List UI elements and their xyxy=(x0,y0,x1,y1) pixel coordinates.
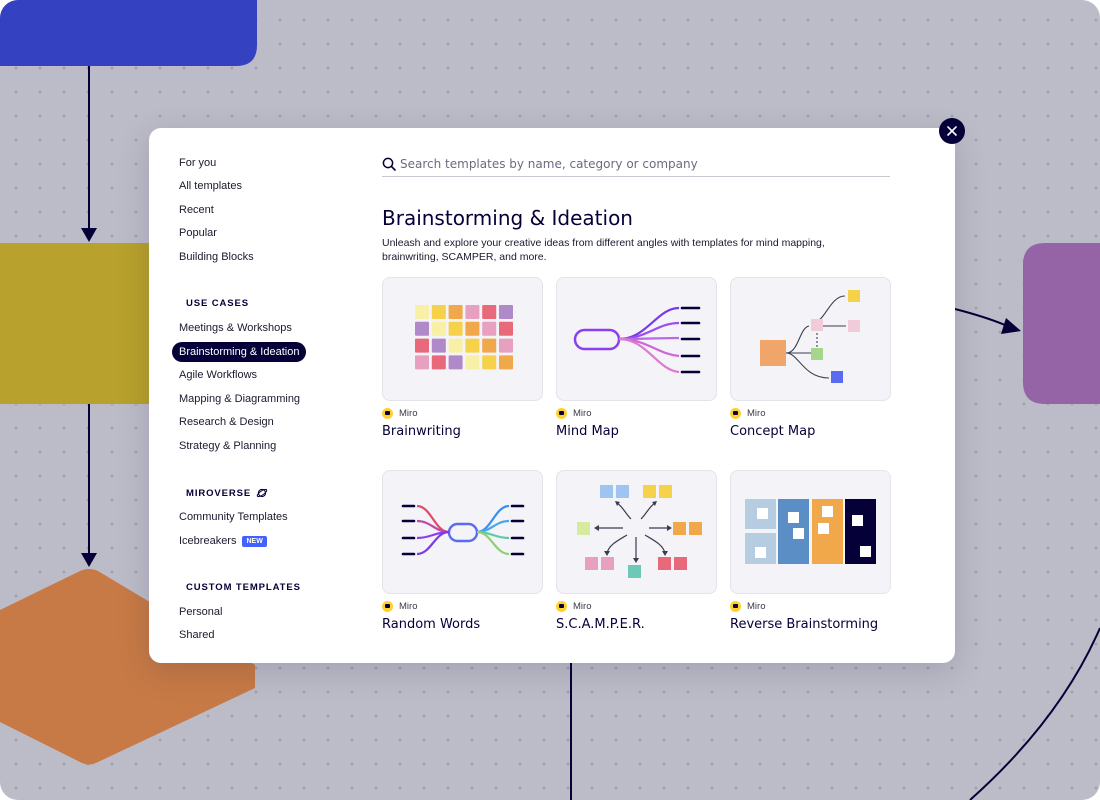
yellow-shape xyxy=(0,243,150,404)
concept-map-thumbnail xyxy=(760,290,860,383)
template-title-reverse-brainstorming[interactable]: Reverse Brainstorming xyxy=(730,617,878,632)
blue-shape xyxy=(0,0,257,66)
scamper-thumbnail xyxy=(577,485,702,578)
template-title-concept-map[interactable]: Concept Map xyxy=(730,424,815,439)
template-author-brainwriting: Miro xyxy=(382,406,417,420)
page-title: Brainstorming & Ideation xyxy=(382,206,633,230)
author-name: Miro xyxy=(573,600,592,612)
sidebar-item-mapping-diagramming[interactable]: Mapping & Diagramming xyxy=(172,389,307,409)
template-title-scamper[interactable]: S.C.A.M.P.E.R. xyxy=(556,617,645,632)
miro-logo-icon xyxy=(556,407,567,419)
sticky-note xyxy=(415,305,429,319)
sticky-note xyxy=(465,305,480,319)
sidebar-item-brainstorming-ideation[interactable]: Brainstorming & Ideation xyxy=(172,342,307,362)
miro-logo-icon xyxy=(556,600,567,612)
sticky-note xyxy=(448,355,463,370)
template-title-brainwriting[interactable]: Brainwriting xyxy=(382,424,461,439)
miroverse-heading: MIROVERSE xyxy=(186,487,268,499)
page-description: Unleash and explore your creative ideas … xyxy=(382,237,825,263)
new-badge: NEW xyxy=(242,535,267,547)
search-icon xyxy=(382,157,396,171)
template-title-mind-map[interactable]: Mind Map xyxy=(556,424,619,439)
sidebar-item-strategy-planning[interactable]: Strategy & Planning xyxy=(172,436,283,456)
miro-logo-icon xyxy=(382,600,393,612)
sticky-note xyxy=(465,355,480,370)
template-author-concept-map: Miro xyxy=(730,406,765,420)
sticky-note xyxy=(499,355,513,370)
template-author-reverse-brainstorming: Miro xyxy=(730,599,765,613)
template-author-scamper: Miro xyxy=(556,599,591,613)
template-card-random-words[interactable] xyxy=(382,470,543,594)
template-card-reverse-brainstorming[interactable] xyxy=(730,470,891,594)
author-name: Miro xyxy=(399,407,418,419)
template-card-brainwriting[interactable] xyxy=(382,277,543,401)
sidebar-item-for-you[interactable]: For you xyxy=(172,153,223,173)
author-name: Miro xyxy=(747,407,766,419)
sticky-note xyxy=(448,338,463,353)
miro-logo-icon xyxy=(730,600,741,612)
sticky-note xyxy=(499,321,513,336)
sidebar-item-recent[interactable]: Recent xyxy=(172,200,221,220)
sticky-note xyxy=(431,321,446,336)
author-name: Miro xyxy=(573,407,592,419)
sidebar-item-personal[interactable]: Personal xyxy=(172,602,229,622)
sticky-note xyxy=(448,305,463,319)
sticky-note xyxy=(431,338,446,353)
sidebar-item-shared[interactable]: Shared xyxy=(172,625,221,645)
sidebar-item-community-templates[interactable]: Community Templates xyxy=(172,507,295,527)
template-author-random-words: Miro xyxy=(382,599,417,613)
template-title-random-words[interactable]: Random Words xyxy=(382,617,480,632)
template-card-mind-map[interactable] xyxy=(556,277,717,401)
custom-templates-heading: CUSTOM TEMPLATES xyxy=(186,582,301,593)
template-picker-modal: For you All templates Recent Popular Bui… xyxy=(149,128,955,663)
sticky-note xyxy=(482,355,497,370)
sidebar-item-agile-workflows[interactable]: Agile Workflows xyxy=(172,365,264,385)
author-name: Miro xyxy=(747,600,766,612)
sticky-note xyxy=(448,321,463,336)
search-bar xyxy=(382,152,890,177)
sticky-note xyxy=(415,321,429,336)
sticky-note xyxy=(499,338,513,353)
sticky-note xyxy=(465,338,480,353)
miroverse-heading-label: MIROVERSE xyxy=(186,487,252,499)
sidebar-item-building-blocks[interactable]: Building Blocks xyxy=(172,247,261,267)
sidebar-item-all-templates[interactable]: All templates xyxy=(172,176,249,196)
template-card-scamper[interactable] xyxy=(556,470,717,594)
use-cases-heading: USE CASES xyxy=(186,298,250,309)
sticky-note xyxy=(415,338,429,353)
close-button[interactable] xyxy=(939,118,965,144)
template-card-concept-map[interactable] xyxy=(730,277,891,401)
miro-logo-icon xyxy=(730,407,741,419)
miro-logo-icon xyxy=(382,407,393,419)
reverse-brainstorming-thumbnail xyxy=(745,499,876,564)
close-icon xyxy=(947,126,957,136)
sticky-note xyxy=(465,321,480,336)
sticky-note xyxy=(415,355,429,370)
planet-icon xyxy=(256,488,268,498)
sticky-note xyxy=(499,305,513,319)
sticky-note xyxy=(431,355,446,370)
template-author-mind-map: Miro xyxy=(556,406,591,420)
mind-map-thumbnail xyxy=(573,306,701,374)
sticky-note xyxy=(431,305,446,319)
random-words-thumbnail xyxy=(401,504,525,556)
search-input[interactable] xyxy=(400,157,880,171)
purple-shape xyxy=(1023,243,1100,404)
sidebar-item-icebreakers-label: Icebreakers xyxy=(179,535,237,547)
sidebar-item-icebreakers[interactable]: Icebreakers NEW xyxy=(172,531,274,551)
brainwriting-thumbnail xyxy=(415,305,513,370)
sticky-note xyxy=(482,305,497,319)
sticky-note xyxy=(482,321,497,336)
sidebar-item-research-design[interactable]: Research & Design xyxy=(172,412,281,432)
author-name: Miro xyxy=(399,600,418,612)
sticky-note xyxy=(482,338,497,353)
sidebar-item-popular[interactable]: Popular xyxy=(172,223,224,243)
sidebar-item-meetings-workshops[interactable]: Meetings & Workshops xyxy=(172,318,299,338)
